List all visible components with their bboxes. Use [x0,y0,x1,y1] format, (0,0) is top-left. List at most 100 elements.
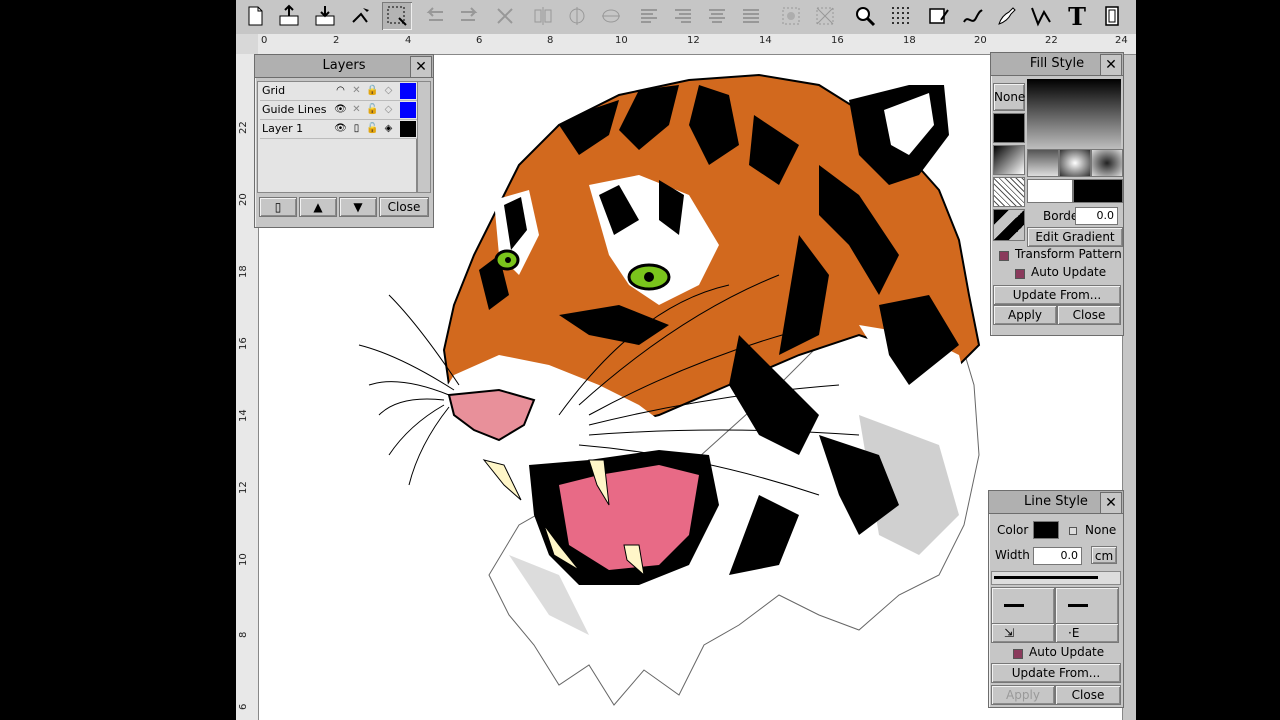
line-auto-update-checkbox[interactable] [1013,649,1023,659]
layers-scrollbar[interactable] [417,81,431,193]
auto-update-checkbox[interactable] [1015,269,1025,279]
ruler-tick-label: 10 [615,35,628,46]
update-from-button[interactable]: Update From... [993,285,1121,305]
justify-1-icon[interactable] [634,2,664,30]
new-document-icon[interactable] [240,2,270,30]
export-icon[interactable] [310,2,340,30]
sketch-app-window: T 0 2 4 6 8 10 12 14 16 18 20 22 24 22 2… [236,0,1136,720]
ruler-tick-label: 18 [238,265,249,278]
line-width-field[interactable]: 0.0 [1033,547,1082,565]
group-icon[interactable] [776,2,806,30]
fill-close-button[interactable]: Close [1057,305,1121,325]
align-center-icon[interactable] [562,2,592,30]
new-layer-icon[interactable]: ▯ [259,197,297,217]
line-width-slider[interactable] [991,571,1121,585]
import-icon[interactable] [274,2,304,30]
lock-icon[interactable]: 🔒 [366,84,379,97]
arrow-end-select[interactable]: ·Ε [1055,623,1119,643]
solid-fill-swatch[interactable] [993,113,1025,143]
pen-tool-icon[interactable] [992,2,1022,30]
justify-2-icon[interactable] [668,2,698,30]
linear-gradient-swatch[interactable] [993,145,1025,175]
layer-name: Layer 1 [262,122,304,135]
visibility-eye-icon[interactable]: 👁 [334,122,347,135]
fill-none-button[interactable]: None [993,83,1025,111]
edit-gradient-button[interactable]: Edit Gradient [1027,227,1123,247]
layer-row-guide-lines[interactable]: Guide Lines 👁 ✕ 🔓 ◇ [260,101,418,120]
polyline-tool-icon[interactable] [1026,2,1056,30]
align-left-icon[interactable] [528,2,558,30]
layer-name: Grid [262,84,286,97]
auto-update-label: Auto Update [1031,265,1107,279]
freehand-tool-icon[interactable] [958,2,988,30]
undo-icon[interactable] [420,2,450,30]
layers-close-button[interactable]: Close [379,197,429,217]
fill-style-panel: Fill Style ✕ None Border 0.0 Edit Gradie… [990,52,1124,336]
layer-row-grid[interactable]: Grid ◠ ✕ 🔒 ◇ [260,82,418,101]
snap-icon[interactable]: ◈ [382,122,395,135]
layer-color-swatch[interactable] [400,83,416,99]
snap-icon[interactable]: ◇ [382,84,395,97]
unlock-icon[interactable]: 🔓 [366,103,379,116]
gradient-swatch-2[interactable] [1027,149,1059,177]
justify-4-icon[interactable] [736,2,766,30]
line-join-select[interactable] [991,587,1055,625]
layer-name: Guide Lines [262,103,327,116]
line-join-icon [1004,604,1024,607]
delete-icon[interactable] [490,2,520,30]
layer-color-swatch[interactable] [400,121,416,137]
ruler-tick-label: 16 [831,35,844,46]
line-color-swatch[interactable] [1033,521,1059,539]
printable-icon[interactable]: ✕ [350,84,363,97]
node-edit-icon[interactable] [346,2,376,30]
ungroup-icon[interactable] [810,2,840,30]
page-tool-icon[interactable] [1098,2,1128,30]
line-cap-select[interactable] [1055,587,1119,625]
arrow-start-select[interactable]: ⇲ [991,623,1055,643]
border-field[interactable]: 0.0 [1075,207,1118,225]
radial-gradient-swatch[interactable] [1059,149,1091,177]
arrow-end-icon: ·Ε [1068,626,1080,640]
line-unit-select[interactable]: cm [1091,546,1117,564]
visibility-eye-icon[interactable]: 👁 [334,103,347,116]
ruler-tick-label: 22 [238,121,249,134]
ruler-tick-label: 14 [238,409,249,422]
snap-icon[interactable]: ◇ [382,103,395,116]
grid-icon[interactable] [886,2,916,30]
pattern-fill-swatch[interactable] [993,177,1025,207]
layer-color-swatch[interactable] [400,102,416,118]
printable-icon[interactable]: ✕ [350,103,363,116]
ruler-tick-label: 2 [333,35,340,46]
apply-button[interactable]: Apply [993,305,1057,325]
visibility-eye-icon[interactable]: ◠ [334,84,347,97]
fill-style-close-icon[interactable]: ✕ [1100,54,1122,76]
justify-3-icon[interactable] [702,2,732,30]
conical-gradient-swatch[interactable] [1091,149,1123,177]
line-apply-button[interactable]: Apply [991,685,1055,705]
ruler-tick-label: 20 [238,193,249,206]
layer-row-layer-1[interactable]: Layer 1 👁 ▯ 🔓 ◈ [260,120,418,139]
line-close-button[interactable]: Close [1055,685,1121,705]
ruler-tick-label: 6 [476,35,483,46]
unlock-icon[interactable]: 🔓 [366,122,379,135]
zoom-icon[interactable] [850,2,880,30]
redo-icon[interactable] [454,2,484,30]
align-middle-icon[interactable] [596,2,626,30]
vertical-scrollbar[interactable] [1122,55,1136,720]
transform-pattern-checkbox[interactable] [999,251,1009,261]
text-tool-icon[interactable]: T [1062,2,1092,31]
pattern-color-1[interactable] [1027,179,1073,203]
layers-list: Grid ◠ ✕ 🔒 ◇ Guide Lines 👁 ✕ 🔓 ◇ Layer 1… [257,81,418,193]
move-layer-up-icon[interactable]: ▲ [299,197,337,217]
layers-panel-close-icon[interactable]: ✕ [410,56,432,78]
rectangle-tool-icon[interactable] [924,2,954,30]
layers-panel-title[interactable]: Layers [255,55,433,78]
line-style-close-icon[interactable]: ✕ [1100,492,1122,514]
select-region-icon[interactable] [382,2,412,30]
printable-icon[interactable]: ▯ [350,122,363,135]
transform-pattern-icon[interactable] [993,209,1025,241]
line-update-from-button[interactable]: Update From... [991,663,1121,683]
pattern-color-2[interactable] [1073,179,1123,203]
line-none-checkbox[interactable] [1069,527,1077,535]
move-layer-down-icon[interactable]: ▼ [339,197,377,217]
